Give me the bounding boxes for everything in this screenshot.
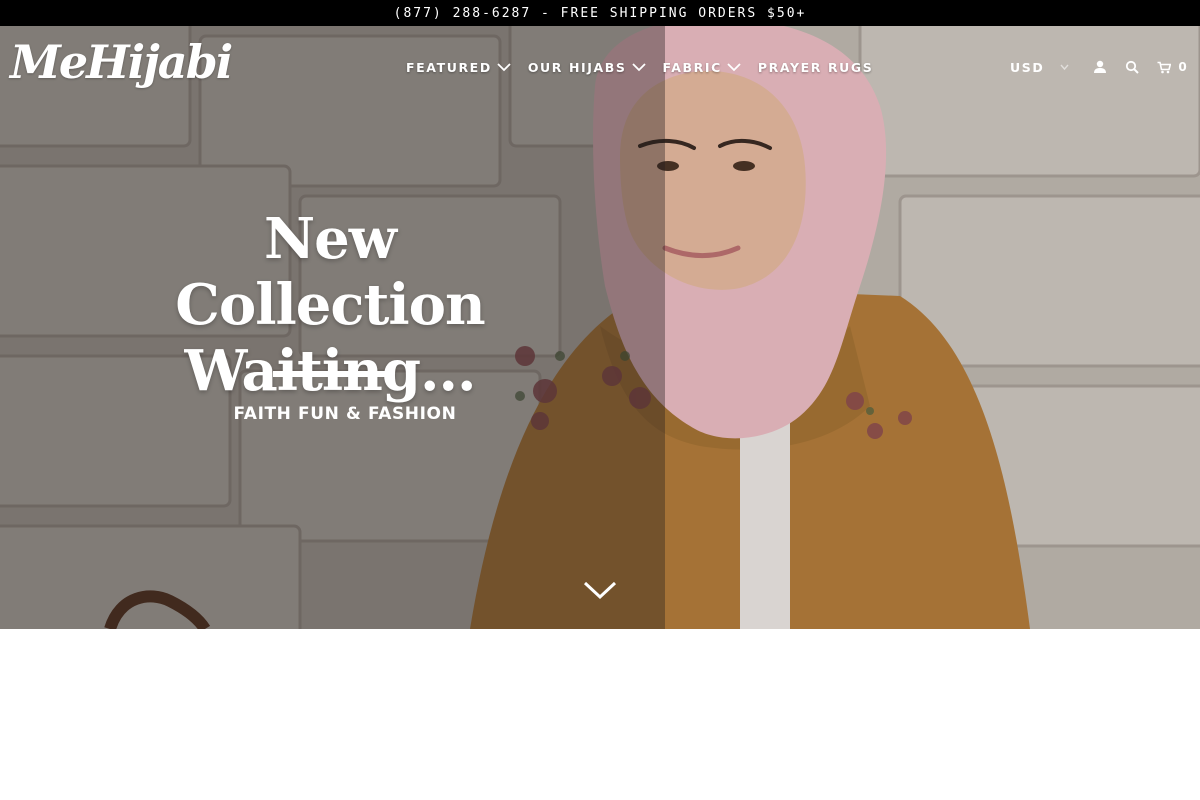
announcement-bar: (877) 288-6287 - FREE SHIPPING ORDERS $5… — [0, 0, 1200, 26]
nav-item-prayer-rugs[interactable]: PRAYER RUGS — [758, 60, 873, 75]
headline-line-1: New Collection — [175, 206, 485, 338]
announcement-text: (877) 288-6287 - FREE SHIPPING ORDERS $5… — [393, 5, 807, 21]
account-button[interactable] — [1093, 60, 1107, 74]
chevron-down-icon[interactable] — [582, 579, 618, 601]
brand-logo[interactable]: MeHijabi — [10, 32, 233, 92]
logo-text: MeHijabi — [10, 35, 233, 89]
hero-tagline: FAITH FUN & FASHION — [233, 404, 457, 424]
chevron-down-icon — [497, 63, 511, 72]
currency-label: USD — [1010, 59, 1045, 75]
main-nav: FEATURED OUR HIJABS FABRIC PRAYER RUGS — [406, 56, 890, 78]
nav-label-prayer-rugs: PRAYER RUGS — [757, 59, 874, 75]
chevron-down-icon — [631, 63, 646, 72]
nav-item-our-hijabs[interactable]: OUR HIJABS — [528, 60, 646, 75]
nav-item-featured[interactable]: FEATURED — [406, 60, 511, 75]
nav-label-fabric: FABRIC — [662, 59, 722, 75]
hero-overlay-light — [665, 26, 1200, 629]
cart-button[interactable]: 0 — [1157, 60, 1187, 74]
search-button[interactable] — [1125, 60, 1140, 74]
nav-label-our-hijabs: OUR HIJABS — [527, 59, 627, 75]
header-utilities: USD 0 — [1010, 56, 1187, 78]
cart-icon — [1157, 61, 1172, 73]
chevron-down-icon — [1060, 64, 1069, 70]
nav-label-featured: FEATURED — [406, 59, 492, 75]
cart-count: 0 — [1178, 60, 1187, 74]
hero-divider — [273, 371, 388, 377]
user-icon — [1094, 60, 1107, 73]
nav-item-fabric[interactable]: FABRIC — [663, 60, 741, 75]
search-icon — [1126, 60, 1140, 74]
site-header: MeHijabi FEATURED OUR HIJABS FABRIC PRAY… — [0, 26, 1200, 108]
chevron-down-icon — [727, 63, 741, 72]
currency-selector[interactable]: USD — [1010, 60, 1069, 75]
